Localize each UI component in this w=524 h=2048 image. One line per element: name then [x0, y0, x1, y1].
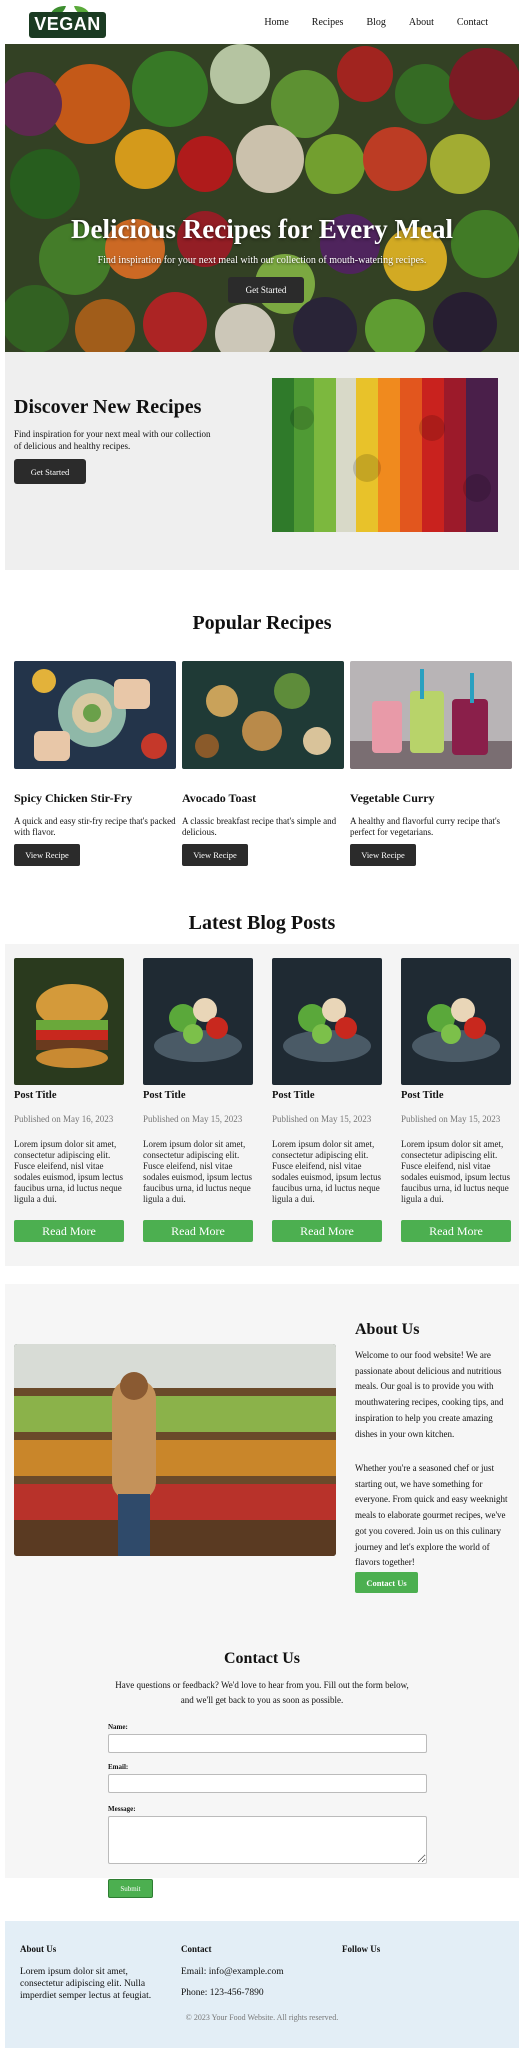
- contact-intro: Have questions or feedback? We'd love to…: [115, 1680, 409, 1705]
- submit-button[interactable]: Submit: [108, 1879, 153, 1898]
- read-more-button[interactable]: Read More: [14, 1220, 124, 1242]
- blog-section-title: Latest Blog Posts: [188, 912, 336, 934]
- contact-title: Contact Us: [224, 1650, 300, 1667]
- blog-post-date: Published on May 15, 2023: [143, 1114, 243, 1124]
- footer-email: Email: info@example.com: [181, 1967, 284, 1977]
- blog-post-title: Post Title: [272, 1090, 315, 1101]
- discover-get-started-button[interactable]: Get Started: [14, 459, 86, 484]
- email-label: Email:: [108, 1763, 129, 1771]
- about-paragraph: Welcome to our food website! We are pass…: [355, 1350, 504, 1439]
- nav-contact[interactable]: Contact: [457, 17, 488, 28]
- footer-about-heading: About Us: [20, 1944, 57, 1954]
- hero-vegetables-image: [5, 44, 519, 352]
- vegan-logo[interactable]: VEGAN: [29, 5, 106, 38]
- email-field[interactable]: [108, 1774, 427, 1793]
- blog-image[interactable]: [143, 958, 253, 1085]
- popular-recipes-title: Popular Recipes: [192, 612, 332, 634]
- hero-subtitle: Find inspiration for your next meal with…: [97, 255, 427, 266]
- footer-copyright: © 2023 Your Food Website. All rights res…: [185, 2013, 339, 2022]
- message-field[interactable]: [108, 1816, 427, 1864]
- nav-home[interactable]: Home: [264, 17, 288, 28]
- recipe-image[interactable]: [350, 661, 512, 769]
- message-label: Message:: [108, 1805, 136, 1813]
- about-grocery-image: [14, 1344, 336, 1556]
- hero-banner: Delicious Recipes for Every Meal Find in…: [5, 44, 519, 352]
- read-more-button[interactable]: Read More: [401, 1220, 511, 1242]
- discover-vegetables-image: [272, 378, 498, 532]
- blog-image[interactable]: [272, 958, 382, 1085]
- name-field[interactable]: [108, 1734, 427, 1753]
- view-recipe-button[interactable]: View Recipe: [182, 844, 248, 866]
- discover-title: Discover New Recipes: [14, 396, 202, 418]
- blog-post-date: Published on May 15, 2023: [401, 1114, 501, 1124]
- site-footer: About Us Lorem ipsum dolor sit amet, con…: [5, 1921, 519, 2048]
- blog-image[interactable]: [401, 958, 511, 1085]
- name-label: Name:: [108, 1723, 128, 1731]
- nav-blog[interactable]: Blog: [366, 17, 385, 28]
- blog-post-date: Published on May 15, 2023: [272, 1114, 372, 1124]
- blog-post-excerpt: Lorem ipsum dolor sit amet, consectetur …: [401, 1139, 510, 1204]
- blog-post-title: Post Title: [143, 1090, 186, 1101]
- hero-get-started-button[interactable]: Get Started: [228, 277, 304, 303]
- recipe-image[interactable]: [14, 661, 176, 769]
- hero-title: Delicious Recipes for Every Meal: [71, 214, 453, 244]
- recipe-name: Vegetable Curry: [350, 791, 435, 805]
- nav-about[interactable]: About: [409, 17, 434, 28]
- footer-about-text: Lorem ipsum dolor sit amet, consectetur …: [20, 1967, 152, 2001]
- blog-post-date: Published on May 16, 2023: [14, 1114, 114, 1124]
- contact-us-button[interactable]: Contact Us: [355, 1572, 418, 1593]
- blog-post-excerpt: Lorem ipsum dolor sit amet, consectetur …: [272, 1139, 381, 1204]
- nav-recipes[interactable]: Recipes: [312, 17, 344, 28]
- recipe-description: A quick and easy stir-fry recipe that's …: [14, 816, 176, 837]
- recipe-name: Avocado Toast: [182, 791, 257, 805]
- blog-image[interactable]: [14, 958, 124, 1085]
- blog-post-title: Post Title: [401, 1090, 444, 1101]
- recipe-name: Spicy Chicken Stir-Fry: [14, 791, 133, 805]
- logo-text: VEGAN: [34, 14, 101, 34]
- discover-text: Find inspiration for your next meal with…: [14, 429, 211, 451]
- main-nav: Home Recipes Blog About Contact: [241, 17, 488, 28]
- about-paragraph: Whether you're a seasoned chef or just s…: [355, 1463, 508, 1568]
- view-recipe-button[interactable]: View Recipe: [350, 844, 416, 866]
- blog-post-excerpt: Lorem ipsum dolor sit amet, consectetur …: [14, 1139, 123, 1204]
- blog-post-title: Post Title: [14, 1090, 57, 1101]
- discover-section: Discover New Recipes Find inspiration fo…: [5, 352, 519, 570]
- read-more-button[interactable]: Read More: [143, 1220, 253, 1242]
- site-header: VEGAN Home Recipes Blog About Contact: [0, 0, 524, 44]
- footer-phone: Phone: 123-456-7890: [181, 1988, 264, 1998]
- recipe-description: A classic breakfast recipe that's simple…: [182, 816, 337, 837]
- blog-post-excerpt: Lorem ipsum dolor sit amet, consectetur …: [143, 1139, 252, 1204]
- footer-follow-heading: Follow Us: [342, 1944, 381, 1954]
- read-more-button[interactable]: Read More: [272, 1220, 382, 1242]
- recipe-description: A healthy and flavorful curry recipe tha…: [350, 816, 501, 837]
- about-title: About Us: [355, 1321, 420, 1338]
- recipe-image[interactable]: [182, 661, 344, 769]
- view-recipe-button[interactable]: View Recipe: [14, 844, 80, 866]
- footer-contact-heading: Contact: [181, 1944, 212, 1954]
